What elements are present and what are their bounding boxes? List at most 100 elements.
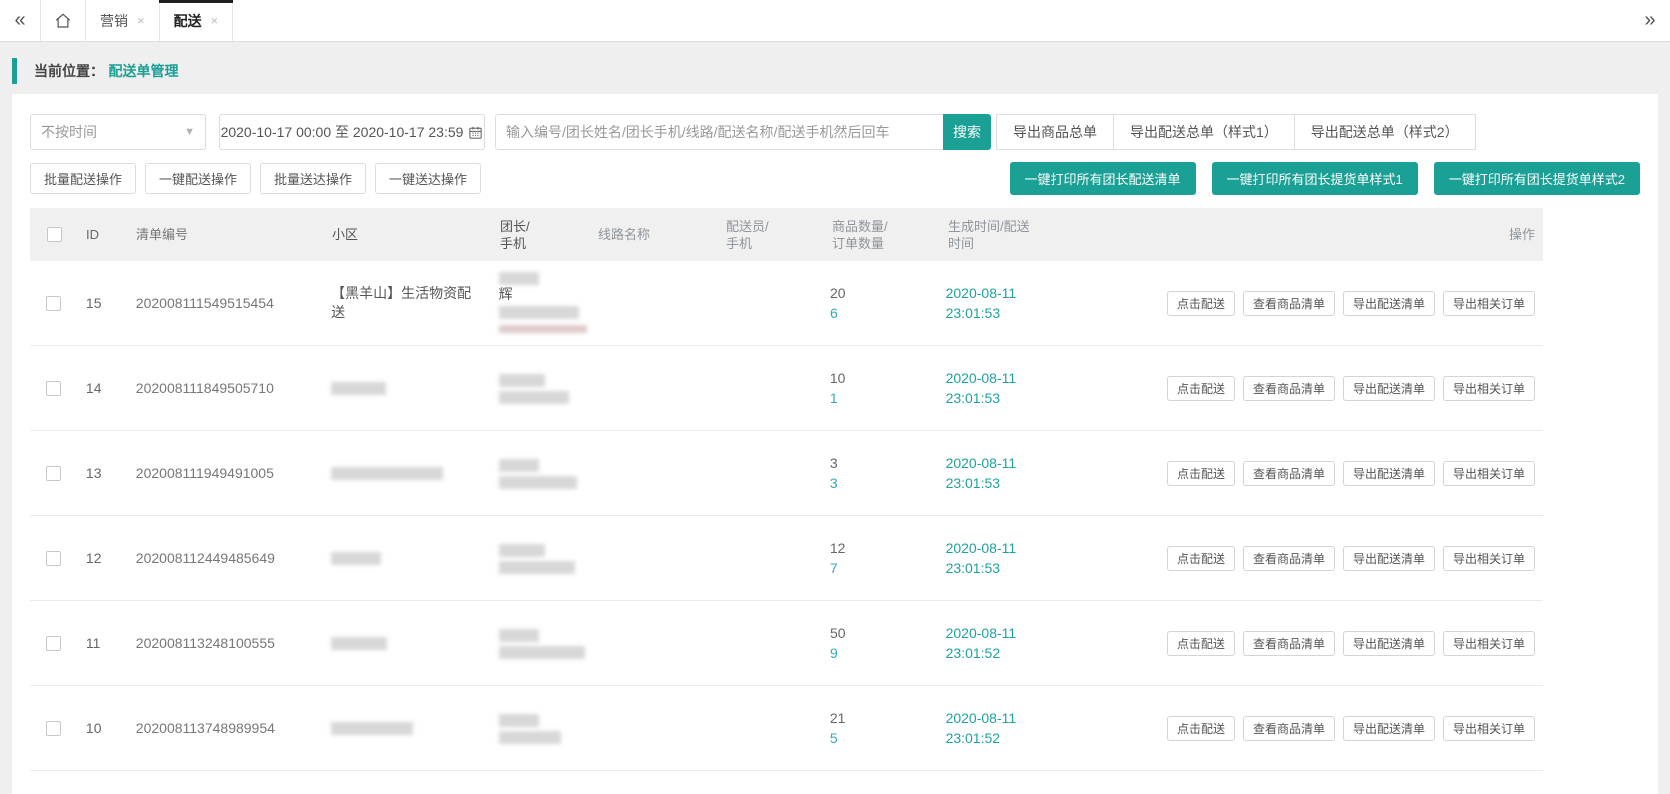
- row-action-view-goods-list[interactable]: 查看商品清单: [1243, 461, 1335, 486]
- row-action-export-delivery-list[interactable]: 导出配送清单: [1343, 631, 1435, 656]
- row-courier: [714, 380, 820, 396]
- one-key-delivery-button[interactable]: 一键配送操作: [145, 163, 251, 194]
- row-checkbox[interactable]: [46, 636, 61, 651]
- close-icon[interactable]: ×: [137, 13, 145, 28]
- tab-home[interactable]: [40, 0, 86, 41]
- export-delivery-summary-style2-button[interactable]: 导出配送总单（样式2）: [1294, 114, 1476, 150]
- row-action-deliver[interactable]: 点击配送: [1167, 376, 1235, 401]
- row-checkbox[interactable]: [46, 721, 61, 736]
- row-action-view-goods-list[interactable]: 查看商品清单: [1243, 546, 1335, 571]
- row-community: 【黑羊山】生活物资配送: [321, 276, 488, 330]
- goods-quantity: 21: [830, 710, 846, 726]
- goods-quantity: 12: [830, 540, 846, 556]
- breadcrumb: 当前位置： 配送单管理: [0, 42, 1670, 96]
- select-all-checkbox[interactable]: [47, 227, 62, 242]
- date-range-input[interactable]: 2020-10-17 00:00 至 2020-10-17 23:59: [219, 114, 485, 150]
- row-action-view-goods-list[interactable]: 查看商品清单: [1243, 291, 1335, 316]
- export-delivery-summary-style1-button[interactable]: 导出配送总单（样式1）: [1113, 114, 1295, 150]
- row-action-export-related-orders[interactable]: 导出相关订单: [1443, 716, 1535, 741]
- row-action-view-goods-list[interactable]: 查看商品清单: [1243, 631, 1335, 656]
- row-actions: 点击配送查看商品清单导出配送清单导出相关订单: [1149, 538, 1543, 579]
- row-action-export-delivery-list[interactable]: 导出配送清单: [1343, 546, 1435, 571]
- goods-quantity: 50: [830, 625, 846, 641]
- created-time: 23:01:52: [946, 730, 1001, 746]
- row-list-no: 202008113248100555: [126, 627, 321, 659]
- table-row: 11 202008113248100555 50 9 2020-08-11 23…: [30, 601, 1543, 686]
- table-row: 10 202008113748989954 21 5 2020-08-11 23…: [30, 686, 1543, 771]
- row-checkbox[interactable]: [46, 466, 61, 481]
- row-action-deliver[interactable]: 点击配送: [1167, 461, 1235, 486]
- row-checkbox[interactable]: [46, 551, 61, 566]
- print-button-group: 一键打印所有团长配送清单 一键打印所有团长提货单样式1 一键打印所有团长提货单样…: [1010, 162, 1640, 195]
- leader-partial-name: 辉: [499, 286, 513, 302]
- order-quantity: 6: [830, 305, 838, 321]
- row-leader: [489, 703, 587, 753]
- row-action-deliver[interactable]: 点击配送: [1167, 546, 1235, 571]
- row-action-export-delivery-list[interactable]: 导出配送清单: [1343, 376, 1435, 401]
- date-range-value: 2020-10-17 00:00 至 2020-10-17 23:59: [221, 122, 464, 142]
- row-quantities: 21 5: [820, 700, 936, 756]
- tab-marketing[interactable]: 营销 ×: [86, 0, 160, 41]
- header-times: 生成时间/配送 时间: [938, 210, 1152, 260]
- tab-label: 营销: [100, 11, 128, 31]
- export-goods-summary-button[interactable]: 导出商品总单: [996, 114, 1114, 150]
- row-times: 2020-08-11 23:01:52: [936, 700, 1149, 756]
- row-action-export-delivery-list[interactable]: 导出配送清单: [1343, 716, 1435, 741]
- order-quantity: 5: [830, 730, 838, 746]
- row-actions: 点击配送查看商品清单导出配送清单导出相关订单: [1149, 368, 1543, 409]
- row-quantities: 20 6: [820, 275, 936, 331]
- table-row: 12 202008112449485649 12 7 2020-08-11 23…: [30, 516, 1543, 601]
- row-action-export-delivery-list[interactable]: 导出配送清单: [1343, 461, 1435, 486]
- row-leader: [489, 363, 587, 413]
- collapse-tabs-icon[interactable]: «: [0, 0, 40, 41]
- row-actions: 点击配送查看商品清单导出配送清单导出相关订单: [1149, 453, 1543, 494]
- row-times: 2020-08-11 23:01:53: [936, 445, 1149, 501]
- redacted-leader-name: [499, 459, 539, 472]
- row-action-view-goods-list[interactable]: 查看商品清单: [1243, 376, 1335, 401]
- row-list-no: 202008111549515454: [126, 287, 321, 319]
- created-date: 2020-08-11: [946, 285, 1017, 301]
- row-action-export-related-orders[interactable]: 导出相关订单: [1443, 631, 1535, 656]
- print-all-leader-pickup-style2-button[interactable]: 一键打印所有团长提货单样式2: [1434, 162, 1640, 195]
- row-checkbox[interactable]: [46, 381, 61, 396]
- batch-delivery-button[interactable]: 批量配送操作: [30, 163, 136, 194]
- table-row: 15 202008111549515454 【黑羊山】生活物资配送 辉 20 6…: [30, 261, 1543, 346]
- row-action-deliver[interactable]: 点击配送: [1167, 291, 1235, 316]
- search-input[interactable]: [495, 114, 943, 150]
- row-action-view-goods-list[interactable]: 查看商品清单: [1243, 716, 1335, 741]
- redacted-community: [331, 382, 386, 395]
- row-action-export-related-orders[interactable]: 导出相关订单: [1443, 546, 1535, 571]
- row-action-deliver[interactable]: 点击配送: [1167, 631, 1235, 656]
- batch-arrived-button[interactable]: 批量送达操作: [260, 163, 366, 194]
- breadcrumb-link-delivery-management[interactable]: 配送单管理: [108, 63, 178, 79]
- expand-tabs-icon[interactable]: »: [1630, 0, 1670, 41]
- row-community: [321, 541, 489, 576]
- row-action-deliver[interactable]: 点击配送: [1167, 716, 1235, 741]
- print-all-leader-delivery-lists-button[interactable]: 一键打印所有团长配送清单: [1010, 162, 1196, 195]
- row-action-export-related-orders[interactable]: 导出相关订单: [1443, 376, 1535, 401]
- row-actions: 点击配送查看商品清单导出配送清单导出相关订单: [1149, 283, 1543, 324]
- print-all-leader-pickup-style1-button[interactable]: 一键打印所有团长提货单样式1: [1212, 162, 1418, 195]
- home-icon: [54, 12, 72, 30]
- created-date: 2020-08-11: [946, 370, 1017, 386]
- time-mode-select[interactable]: 不按时间 ▼: [30, 114, 206, 150]
- row-action-export-related-orders[interactable]: 导出相关订单: [1443, 291, 1535, 316]
- row-quantities: 10 1: [820, 360, 936, 416]
- row-checkbox[interactable]: [46, 296, 61, 311]
- one-key-arrived-button[interactable]: 一键送达操作: [375, 163, 481, 194]
- tab-delivery[interactable]: 配送 ×: [160, 0, 234, 41]
- row-action-export-delivery-list[interactable]: 导出配送清单: [1343, 291, 1435, 316]
- close-icon[interactable]: ×: [211, 13, 219, 28]
- redacted-leader-name: [499, 374, 545, 387]
- row-leader: [489, 618, 587, 668]
- search-button[interactable]: 搜索: [943, 114, 991, 150]
- row-action-export-related-orders[interactable]: 导出相关订单: [1443, 461, 1535, 486]
- tab-label: 配送: [174, 11, 202, 31]
- row-leader: [489, 533, 587, 583]
- created-time: 23:01:53: [946, 475, 1001, 491]
- header-quantities: 商品数量/ 订单数量: [822, 210, 938, 260]
- goods-quantity: 20: [830, 285, 846, 301]
- order-quantity: 7: [830, 560, 838, 576]
- row-community: [321, 456, 489, 491]
- row-route-name: [587, 550, 715, 566]
